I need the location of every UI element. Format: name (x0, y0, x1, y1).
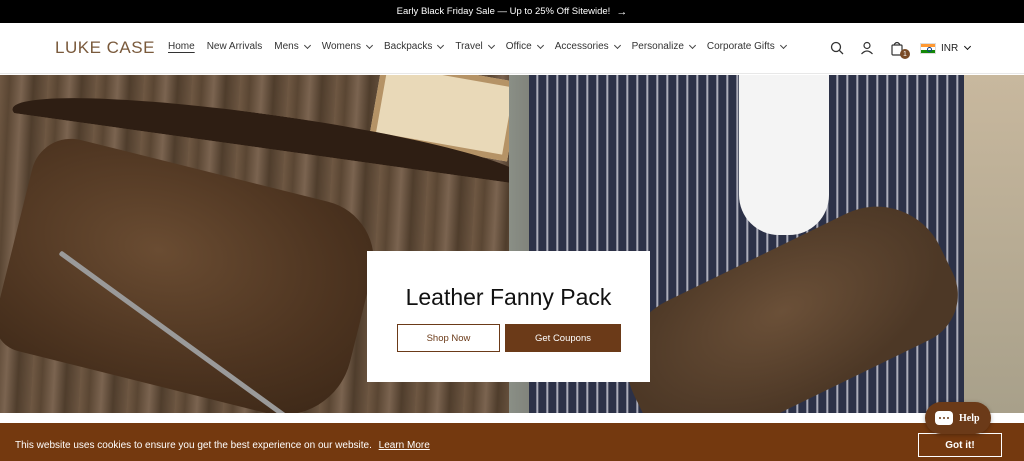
logo[interactable]: LUKE CASE (55, 38, 155, 58)
got-it-button[interactable]: Got it! (918, 433, 1002, 457)
nav-label: Backpacks (384, 41, 433, 52)
cart-count-badge: 1 (900, 49, 910, 59)
chevron-down-icon (365, 41, 374, 49)
shop-now-button[interactable]: Shop Now (397, 324, 500, 352)
promo-card: Leather Fanny Pack Shop Now Get Coupons (367, 251, 650, 382)
nav-label: New Arrivals (206, 41, 263, 52)
nav-label: Womens (321, 41, 361, 52)
chevron-down-icon (964, 42, 972, 51)
nav-label: Office (505, 41, 532, 52)
hero-title: Leather Fanny Pack (405, 284, 612, 310)
announcement-text[interactable]: Early Black Friday Sale — Up to 25% Off … (397, 6, 611, 17)
search-icon[interactable] (828, 39, 846, 57)
help-widget-button[interactable]: Help (925, 402, 991, 434)
chevron-down-icon (536, 41, 544, 49)
currency-label: INR (941, 42, 959, 54)
nav-item-accessories[interactable]: Accessories (554, 41, 621, 52)
nav-item-mens[interactable]: Mens (274, 41, 311, 52)
nav-item-new-arrivals[interactable]: New Arrivals (207, 41, 263, 52)
nav-item-corporate-gifts[interactable]: Corporate Gifts (706, 41, 787, 52)
main-nav: Home New Arrivals Mens Womens Backpacks … (168, 41, 798, 52)
chevron-down-icon (613, 41, 621, 49)
cookie-banner: This website uses cookies to ensure you … (0, 423, 1024, 461)
india-flag-icon (920, 42, 936, 54)
site-header: LUKE CASE Home New Arrivals Mens Womens … (0, 23, 1024, 74)
chevron-down-icon (487, 41, 495, 49)
announcement-bar[interactable]: Early Black Friday Sale — Up to 25% Off … (0, 0, 1024, 23)
hero-banner[interactable]: Leather Fanny Pack Shop Now Get Coupons (0, 75, 1024, 413)
currency-selector[interactable]: INR (920, 42, 972, 54)
nav-item-personalize[interactable]: Personalize (631, 41, 696, 52)
white-tee (739, 75, 829, 235)
nav-item-womens[interactable]: Womens (321, 41, 374, 52)
nav-label: Travel (455, 41, 483, 52)
nav-item-office[interactable]: Office (505, 41, 544, 52)
nav-item-travel[interactable]: Travel (455, 41, 495, 52)
chat-bubble-icon (935, 411, 953, 425)
nav-item-backpacks[interactable]: Backpacks (384, 41, 445, 52)
chevron-down-icon (303, 41, 311, 49)
building-background (964, 75, 1024, 413)
nav-label: Mens (274, 41, 299, 52)
chevron-down-icon (688, 41, 696, 49)
nav-item-home[interactable]: Home (168, 41, 195, 52)
nav-label: Home (168, 41, 195, 52)
help-label: Help (959, 412, 980, 424)
get-coupons-button[interactable]: Get Coupons (505, 324, 621, 352)
cart-icon[interactable]: 1 (888, 39, 910, 59)
chevron-down-icon (779, 41, 787, 49)
cookie-message: This website uses cookies to ensure you … (15, 440, 430, 451)
arrow-right-icon: → (616, 5, 628, 18)
nav-label: Accessories (554, 41, 609, 52)
account-icon[interactable] (858, 39, 876, 57)
nav-label: Personalize (631, 41, 684, 52)
header-actions: 1 INR (828, 39, 972, 59)
nav-label: Corporate Gifts (706, 41, 775, 52)
chevron-down-icon (437, 41, 445, 49)
cookie-text: This website uses cookies to ensure you … (15, 440, 372, 451)
learn-more-link[interactable]: Learn More (379, 440, 430, 451)
